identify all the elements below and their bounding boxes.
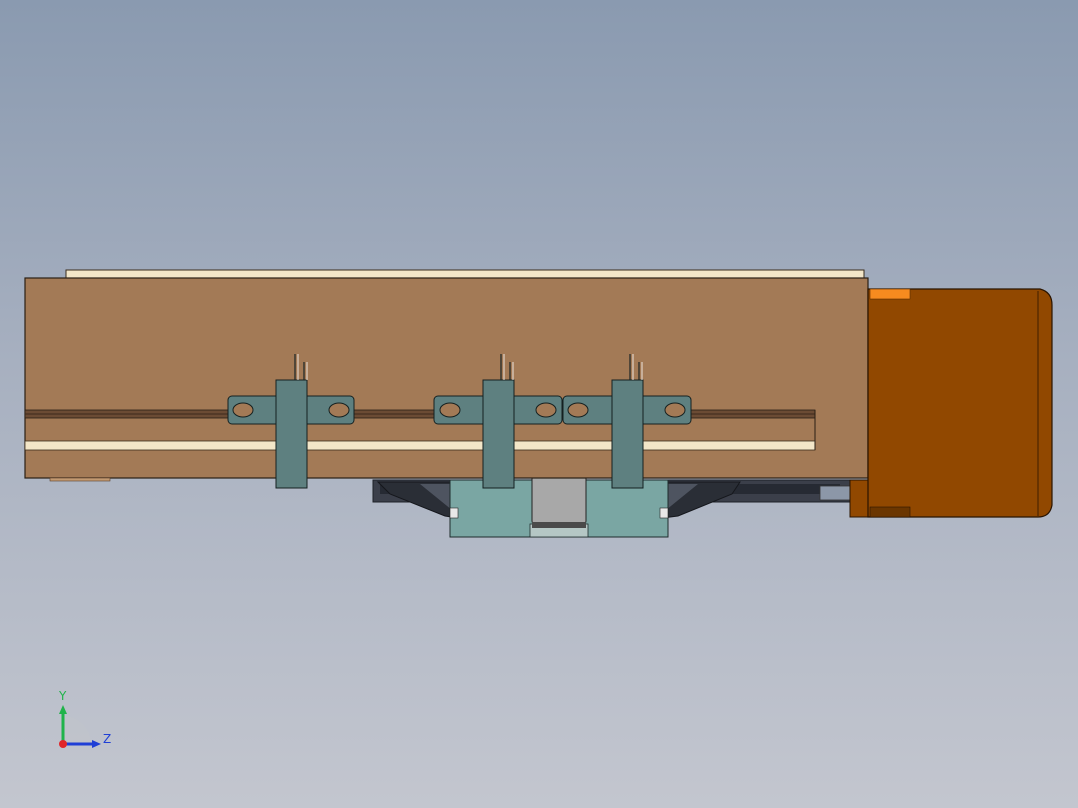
y-axis-label: Y xyxy=(59,689,67,703)
coordinate-triad-icon xyxy=(59,705,101,748)
z-axis-label: Z xyxy=(103,732,112,746)
graphics-viewport[interactable]: Y Z xyxy=(0,0,1078,808)
